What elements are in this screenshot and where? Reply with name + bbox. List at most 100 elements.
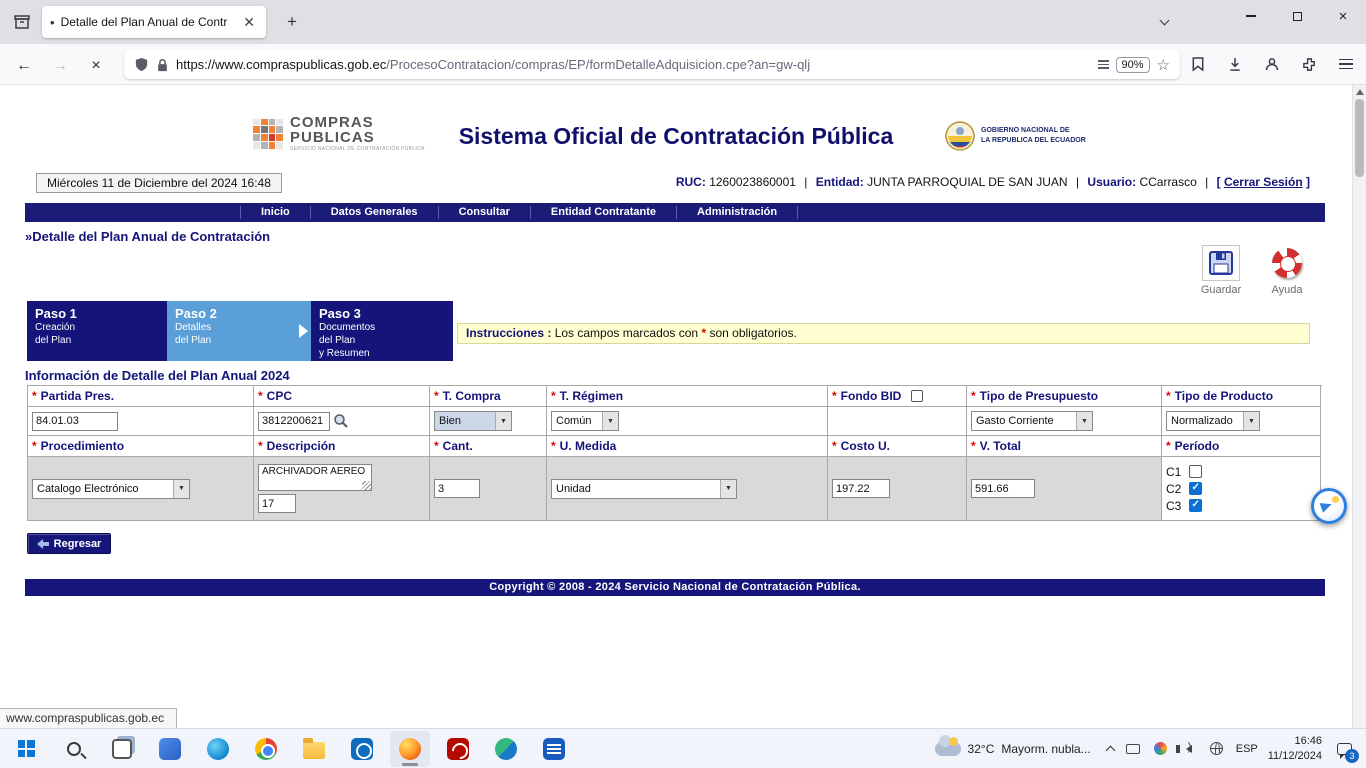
step-2-active[interactable]: Paso 2 Detalles del Plan (167, 301, 311, 361)
nav-item-inicio[interactable]: Inicio (240, 206, 310, 219)
notification-center-button[interactable]: 3 (1332, 737, 1356, 761)
partida-input[interactable] (32, 412, 118, 431)
t-regimen-select[interactable]: Común▼ (551, 411, 619, 431)
toolbar-right-icons (1184, 50, 1360, 78)
browser-tab[interactable]: • Detalle del Plan Anual de Contr ✕ (42, 6, 266, 38)
bookmark-star-icon[interactable]: ☆ (1157, 56, 1170, 74)
guardar-button[interactable]: Guardar (1194, 245, 1248, 296)
cpc-input[interactable] (258, 412, 330, 431)
downloads-icon[interactable] (1221, 50, 1249, 78)
floating-capture-widget[interactable] (1311, 488, 1347, 524)
nav-item-consultar[interactable]: Consultar (438, 206, 530, 219)
ruc-value: 1260023860001 (709, 175, 796, 189)
entidad-label: Entidad: (816, 175, 864, 189)
edge-button[interactable] (198, 731, 238, 767)
help-lifebuoy-icon[interactable] (1268, 245, 1306, 281)
account-icon[interactable] (1258, 50, 1286, 78)
outlook-button[interactable] (342, 731, 382, 767)
maximize-button[interactable] (1274, 0, 1320, 32)
c2-checkbox[interactable] (1189, 482, 1202, 495)
screen: • Detalle del Plan Anual de Contr ✕ + × … (0, 0, 1366, 768)
minimize-button[interactable] (1228, 0, 1274, 32)
display-tray-icon[interactable] (1124, 741, 1142, 757)
word-button[interactable] (534, 731, 574, 767)
gov-text-line1: GOBIERNO NACIONAL DE (981, 126, 1086, 136)
color-app-tray-icon[interactable] (1152, 741, 1170, 757)
shield-icon[interactable] (134, 57, 149, 72)
firefox-button[interactable] (390, 731, 430, 767)
usuario-label: Usuario: (1087, 175, 1136, 189)
tipo-producto-select[interactable]: Normalizado▼ (1166, 411, 1260, 431)
pocket-icon[interactable] (1184, 50, 1212, 78)
taskbar-search-button[interactable] (54, 731, 94, 767)
cell-cpc (254, 407, 430, 436)
capture-tool-button[interactable] (486, 731, 526, 767)
acrobat-icon (447, 738, 469, 760)
page-scrollbar[interactable] (1352, 85, 1366, 728)
lock-icon[interactable] (156, 58, 169, 72)
close-button[interactable]: × (1320, 0, 1366, 32)
header-fondo-bid: *Fondo BID (828, 386, 967, 407)
procedimiento-select[interactable]: Catalogo Electrónico▼ (32, 479, 190, 499)
chrome-button[interactable] (246, 731, 286, 767)
hidden-icons-chevron[interactable] (1105, 745, 1115, 755)
back-button[interactable]: ← (10, 52, 38, 80)
cpc-search-icon[interactable] (333, 413, 349, 429)
save-floppy-icon[interactable] (1202, 245, 1240, 281)
cell-t-regimen: Común▼ (547, 407, 828, 436)
logout-link[interactable]: Cerrar Sesión (1224, 175, 1303, 189)
c3-checkbox[interactable] (1189, 499, 1202, 512)
breadcrumb: »Detalle del Plan Anual de Contratación (25, 229, 270, 244)
start-button[interactable] (6, 731, 46, 767)
acrobat-button[interactable] (438, 731, 478, 767)
scrollbar-thumb[interactable] (1355, 99, 1364, 177)
outlook-icon (351, 738, 373, 760)
descripcion-extra-input[interactable] (258, 494, 296, 513)
c1-checkbox[interactable] (1189, 465, 1202, 478)
t-compra-select[interactable]: Bien▼ (434, 411, 512, 431)
descripcion-textarea[interactable]: ARCHIVADOR AEREO (258, 464, 372, 491)
nav-item-entidad-contratante[interactable]: Entidad Contratante (530, 206, 676, 219)
cell-tipo-producto: Normalizado▼ (1162, 407, 1321, 436)
cant-input[interactable] (434, 479, 480, 498)
weather-widget[interactable]: 32°C Mayorm. nubla... (929, 740, 1097, 758)
header-partida: *Partida Pres. (28, 386, 254, 407)
tab-close-icon[interactable]: ✕ (240, 14, 258, 30)
language-indicator[interactable]: ESP (1236, 743, 1258, 755)
network-icon[interactable] (1208, 741, 1226, 757)
section-title: Información de Detalle del Plan Anual 20… (25, 368, 290, 383)
plan-detail-table: *Partida Pres. *CPC *T. Compra *T. Régim… (27, 385, 1322, 521)
menu-icon[interactable] (1332, 50, 1360, 78)
extensions-icon[interactable] (1295, 50, 1323, 78)
page-viewport: COMPRAS PUBLICAS SERVICIO NACIONAL DE CO… (0, 85, 1366, 728)
url-bar[interactable]: https://www.compraspublicas.gob.ec/Proce… (124, 50, 1180, 79)
step-3[interactable]: Paso 3 Documentos del Plan y Resumen (311, 301, 453, 361)
costo-u-input[interactable] (832, 479, 890, 498)
widgets-button[interactable] (150, 731, 190, 767)
fondo-bid-checkbox[interactable] (911, 390, 923, 402)
u-medida-select[interactable]: Unidad▼ (551, 479, 737, 499)
nav-item-administracion[interactable]: Administración (676, 206, 798, 219)
widgets-icon (159, 738, 181, 760)
resize-grip-icon[interactable] (362, 481, 371, 490)
new-tab-button[interactable]: + (280, 10, 304, 34)
regresar-button[interactable]: Regresar (27, 533, 111, 554)
ayuda-button[interactable]: Ayuda (1260, 245, 1314, 296)
file-explorer-button[interactable] (294, 731, 334, 767)
nav-item-datos-generales[interactable]: Datos Generales (310, 206, 438, 219)
v-total-input[interactable] (971, 479, 1035, 498)
stop-button[interactable]: × (82, 52, 110, 80)
volume-icon[interactable] (1180, 741, 1198, 757)
step-1[interactable]: Paso 1 Creación del Plan (27, 301, 167, 361)
reader-view-icon[interactable] (1098, 60, 1109, 69)
library-icon[interactable] (8, 8, 36, 36)
tipo-presupuesto-select[interactable]: Gasto Corriente▼ (971, 411, 1093, 431)
scroll-up-icon[interactable] (1356, 89, 1364, 95)
zoom-level-button[interactable]: 90% (1116, 57, 1150, 73)
clock-widget[interactable]: 16:46 11/12/2024 (1268, 734, 1322, 764)
task-view-button[interactable] (102, 731, 142, 767)
forward-button[interactable]: → (46, 52, 74, 80)
periodo-row-c2: C2 (1166, 482, 1202, 496)
list-all-tabs-icon[interactable] (1152, 12, 1176, 32)
cell-costo-u (828, 457, 967, 521)
